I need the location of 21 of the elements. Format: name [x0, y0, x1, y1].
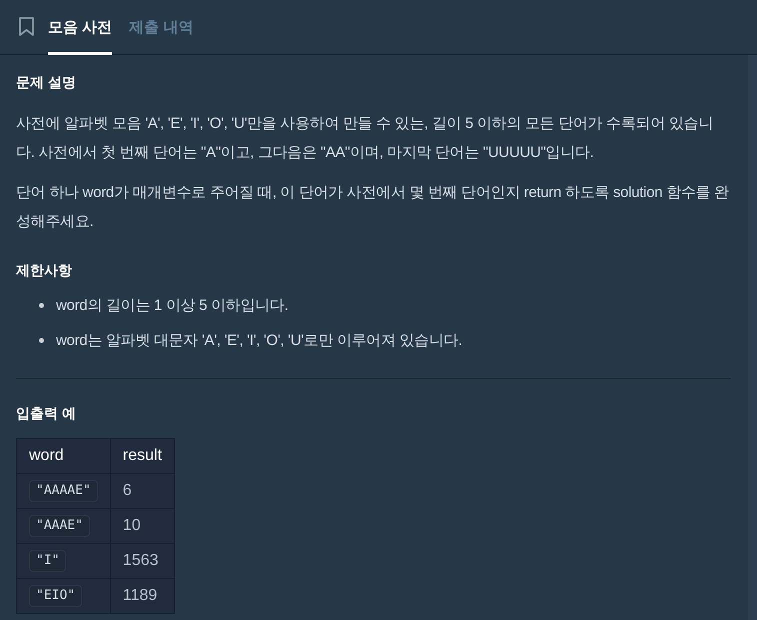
bullet-icon: [39, 338, 44, 343]
tab[interactable]: 모음 사전: [48, 0, 112, 55]
table-cell: 6: [110, 474, 174, 508]
column-header: result: [110, 438, 174, 474]
list-item-text: word의 길이는 1 이상 5 이하입니다.: [56, 296, 288, 316]
code-value: "I": [29, 550, 66, 572]
section-heading: 문제 설명: [16, 73, 77, 92]
code-value: "EIO": [29, 585, 82, 607]
column-header: word: [16, 438, 110, 474]
code-value: "AAAAE": [29, 480, 98, 502]
table-cell: 10: [110, 508, 174, 544]
paragraph: 단어 하나 word가 매개변수로 주어질 때, 이 단어가 사전에서 몇 번째 단어인지 return 하도록 solution 함수를 완성해주세요.: [16, 183, 730, 232]
table-cell: 1563: [110, 544, 174, 578]
list-item-text: word는 알파벳 대문자 'A', 'E', 'I', 'O', 'U'로만 이루어져 있습니다.: [56, 331, 462, 351]
section-heading: 제한사항: [16, 261, 73, 280]
bullet-icon: [39, 303, 44, 308]
paragraph: 사전에 알파벳 모음 'A', 'E', 'I', 'O', 'U'만을 사용하여 만들 수 있는, 길이 5 이하의 모든 단어가 수록되어 있습니다. 사전에서 첫 번째 단어는 "A"이고, 그다음은 "AA"이며, 마지막 단어는 "UUUUU"입니다.: [16, 114, 714, 163]
code-value: "AAAE": [29, 515, 90, 537]
table-cell: 1189: [110, 578, 174, 614]
bookmark-icon[interactable]: [19, 16, 34, 36]
section-heading: 입출력 예: [16, 404, 77, 423]
